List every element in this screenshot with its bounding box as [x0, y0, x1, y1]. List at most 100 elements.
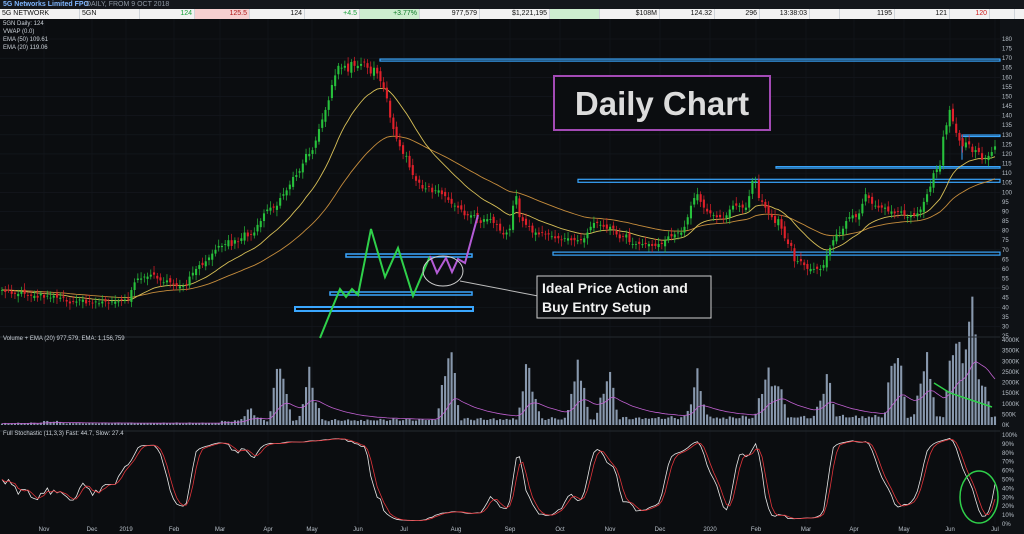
volume-bar — [30, 422, 33, 425]
volume-bar — [764, 379, 767, 425]
candle-body — [52, 295, 55, 298]
candle-body — [447, 197, 450, 200]
volume-bar — [402, 420, 405, 425]
candle-body — [94, 301, 97, 303]
price-tick-label: 160 — [1002, 75, 1013, 81]
candle-body — [285, 190, 288, 196]
volume-bar — [693, 387, 696, 425]
candle-body — [437, 190, 440, 193]
candle-body — [945, 125, 948, 135]
candle-body — [754, 180, 757, 182]
volume-bar — [486, 419, 489, 425]
volume-bar — [909, 416, 912, 425]
candle-body — [803, 262, 806, 266]
volume-bar — [499, 419, 502, 425]
volume-bar — [85, 423, 88, 425]
candle-body — [644, 242, 647, 245]
ticker-cell: 977,579 — [420, 9, 480, 19]
candle-body — [127, 298, 130, 300]
candle-body — [880, 205, 883, 208]
volume-bar — [796, 417, 799, 425]
volume-bar — [903, 396, 906, 425]
candle-body — [835, 234, 838, 242]
candle-body — [913, 212, 916, 216]
price-tick-label: 95 — [1002, 200, 1009, 206]
volume-bar — [431, 419, 434, 425]
candle-body — [735, 203, 738, 206]
volume-bar — [738, 418, 741, 425]
candle-body — [822, 265, 825, 268]
volume-bar — [450, 352, 453, 425]
volume-bar — [285, 393, 288, 425]
month-label: Dec — [87, 527, 98, 533]
volume-bar — [576, 359, 579, 425]
candle-body — [350, 61, 353, 73]
candle-body — [861, 203, 864, 214]
candle-body — [301, 163, 304, 173]
candle-body — [719, 214, 722, 218]
month-label: 2020 — [703, 527, 717, 533]
price-tick-label: 40 — [1002, 305, 1009, 311]
volume-bar — [521, 391, 524, 425]
volume-bar — [841, 414, 845, 425]
candle-body — [812, 268, 815, 270]
volume-tick-label: 2500K — [1002, 370, 1019, 376]
candle-body — [499, 223, 502, 231]
volume-bar — [253, 415, 256, 425]
candle-body — [926, 194, 929, 202]
price-tick-label: 135 — [1002, 123, 1013, 129]
candle-body — [877, 205, 880, 208]
volume-bar — [689, 404, 693, 425]
candle-body — [78, 299, 81, 301]
candle-body — [531, 225, 534, 233]
candle-body — [828, 247, 832, 256]
stock-chart[interactable]: 2530354045505560657075808590951001051101… — [0, 19, 1024, 534]
candle-body — [715, 215, 718, 218]
volume-bar — [657, 417, 660, 425]
candle-body — [372, 67, 376, 76]
volume-bar — [719, 418, 722, 425]
candle-body — [576, 240, 579, 242]
candle-body — [838, 232, 841, 234]
candle-body — [984, 157, 987, 159]
volume-bar — [783, 404, 786, 425]
candle-body — [140, 278, 143, 280]
candle-body — [680, 232, 683, 235]
candle-body — [774, 216, 777, 223]
candle-body — [554, 236, 557, 239]
candle-body — [295, 175, 298, 177]
volume-bar — [757, 398, 760, 425]
volume-bar — [599, 397, 602, 425]
volume-bar — [602, 393, 605, 425]
volume-tick-label: 3500K — [1002, 349, 1019, 355]
candle-body — [961, 138, 964, 147]
candle-body — [706, 208, 709, 212]
candle-body — [541, 232, 544, 233]
candle-body — [59, 297, 62, 299]
month-label: May — [306, 527, 317, 533]
candle-body — [136, 278, 139, 281]
volume-bar — [835, 416, 838, 425]
candle-body — [887, 206, 890, 212]
volume-bar — [97, 423, 101, 425]
volume-bar — [702, 404, 705, 425]
candle-body — [214, 249, 217, 254]
candle-body — [505, 232, 508, 235]
volume-bar — [861, 416, 864, 425]
volume-bar — [660, 418, 663, 425]
candle-body — [227, 240, 230, 247]
stochastic-tick-label: 90% — [1002, 442, 1015, 448]
candle-body — [195, 268, 198, 276]
volume-bar — [518, 407, 521, 425]
volume-bar — [479, 417, 482, 425]
volume-bar — [337, 420, 340, 425]
candle-body — [13, 292, 16, 294]
candle-body — [65, 299, 68, 302]
volume-bar — [680, 417, 683, 425]
ticker-cell — [810, 9, 840, 19]
volume-bar — [359, 419, 363, 425]
volume-tick-label: 1000K — [1002, 402, 1019, 408]
volume-bar — [298, 415, 301, 425]
candle-body — [304, 153, 308, 163]
volume-bar — [583, 387, 586, 425]
